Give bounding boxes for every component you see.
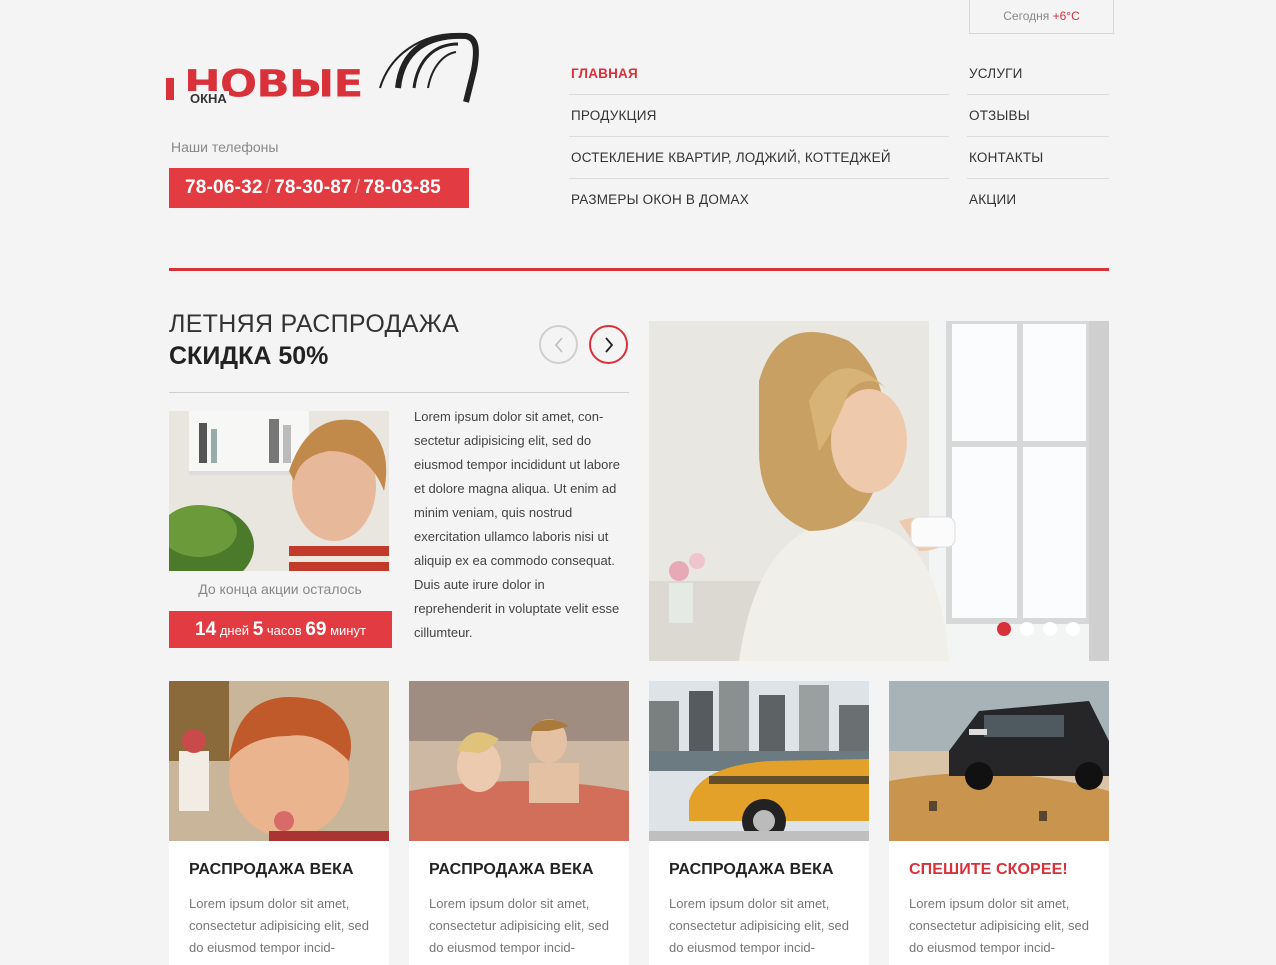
phone-separator: / xyxy=(265,177,272,198)
slider-dot[interactable] xyxy=(1066,622,1080,636)
card-image xyxy=(889,681,1109,841)
logo-small-text: ОКНА xyxy=(188,91,229,106)
phone-number[interactable]: 78-06-32 xyxy=(185,177,263,198)
main-nav-right: УСЛУГИ ОТЗЫВЫ КОНТАКТЫ АКЦИИ xyxy=(967,53,1109,221)
promo-image xyxy=(169,411,389,571)
card-photo-couple xyxy=(409,681,629,841)
nav-item-glazing[interactable]: ОСТЕКЛЕНИЕ КВАРТИР, ЛОДЖИЙ, КОТТЕДЖЕЙ xyxy=(569,137,949,179)
weather-label: Сегодня xyxy=(1003,9,1050,23)
promo-divider xyxy=(169,392,629,393)
hero-slider[interactable] xyxy=(649,321,1109,661)
card-text: Lorem ipsum dolor sit amet, consectetur … xyxy=(669,896,849,955)
promo-next-button[interactable] xyxy=(589,325,628,364)
slider-dot[interactable] xyxy=(1020,622,1034,636)
phone-number[interactable]: 78-03-85 xyxy=(363,177,441,198)
promo-card[interactable]: РАСПРОДАЖА ВЕКА Lorem ipsum dolor sit am… xyxy=(169,681,389,965)
countdown-days-label: дней xyxy=(219,623,250,638)
promo-subtitle: СКИДКА 50% xyxy=(169,342,329,370)
phones-label: Наши телефоны xyxy=(171,139,279,155)
nav-item-main[interactable]: ГЛАВНАЯ xyxy=(569,53,949,95)
card-photo-car xyxy=(889,681,1109,841)
promo-card[interactable]: РАСПРОДАЖА ВЕКА Lorem ipsum dolor sit am… xyxy=(649,681,869,965)
promo-title: ЛЕТНЯЯ РАСПРОДАЖА xyxy=(169,310,460,338)
weather-widget: Сегодня +6°C xyxy=(969,0,1114,34)
boy-photo xyxy=(169,411,389,571)
card-image xyxy=(649,681,869,841)
phone-number[interactable]: 78-30-87 xyxy=(274,177,352,198)
main-nav-left: ГЛАВНАЯ ПРОДУКЦИЯ ОСТЕКЛЕНИЕ КВАРТИР, ЛО… xyxy=(569,53,949,221)
countdown-minutes-label: минут xyxy=(330,623,366,638)
card-text: Lorem ipsum dolor sit amet, consectetur … xyxy=(189,896,369,955)
phone-separator: / xyxy=(354,177,361,198)
countdown-hours: 5 xyxy=(252,619,264,640)
logo[interactable]: НОВЫЕ ОКНА xyxy=(166,30,481,110)
card-title: РАСПРОДАЖА ВЕКА xyxy=(669,861,834,878)
countdown-hours-label: часов xyxy=(266,623,302,638)
slider-dot[interactable] xyxy=(1043,622,1057,636)
card-text: Lorem ipsum dolor sit amet, consectetur … xyxy=(429,896,609,955)
hero-photo xyxy=(649,321,1109,661)
slider-dot[interactable] xyxy=(997,622,1011,636)
logo-bar xyxy=(166,78,184,100)
weather-temp: +6°C xyxy=(1052,9,1080,23)
promo-text: Lorem ipsum dolor sit amet, con-sectetur… xyxy=(414,409,620,640)
promo-card[interactable]: РАСПРОДАЖА ВЕКА Lorem ipsum dolor sit am… xyxy=(409,681,629,965)
card-text: Lorem ipsum dolor sit amet, consectetur … xyxy=(909,896,1089,955)
chevron-right-icon xyxy=(605,337,614,353)
phones-box: 78-06-32/78-30-87/78-03-85 xyxy=(169,168,469,208)
nav-item-window-sizes[interactable]: РАЗМЕРЫ ОКОН В ДОМАХ xyxy=(569,179,949,221)
promo-card[interactable]: СПЕШИТЕ СКОРЕЕ! Lorem ipsum dolor sit am… xyxy=(889,681,1109,965)
promo-prev-button[interactable] xyxy=(539,325,578,364)
nav-item-reviews[interactable]: ОТЗЫВЫ xyxy=(967,95,1109,137)
card-image xyxy=(409,681,629,841)
countdown-days: 14 xyxy=(195,619,217,640)
header-divider xyxy=(169,268,1109,271)
nav-item-contacts[interactable]: КОНТАКТЫ xyxy=(967,137,1109,179)
card-title: РАСПРОДАЖА ВЕКА xyxy=(429,861,594,878)
card-photo-taxi xyxy=(649,681,869,841)
chevron-left-icon xyxy=(554,337,563,353)
countdown-minutes: 69 xyxy=(305,619,327,640)
card-title: СПЕШИТЕ СКОРЕЕ! xyxy=(909,861,1068,878)
card-title: РАСПРОДАЖА ВЕКА xyxy=(189,861,354,878)
nav-item-services[interactable]: УСЛУГИ xyxy=(967,53,1109,95)
card-photo-boy xyxy=(169,681,389,841)
nav-item-products[interactable]: ПРОДУКЦИЯ xyxy=(569,95,949,137)
countdown-timer: 14 дней 5 часов 69 минут xyxy=(169,611,392,648)
card-image xyxy=(169,681,389,841)
slider-dots xyxy=(997,622,1080,636)
countdown-label: До конца акции осталось xyxy=(198,581,362,597)
nav-item-promos[interactable]: АКЦИИ xyxy=(967,179,1109,221)
